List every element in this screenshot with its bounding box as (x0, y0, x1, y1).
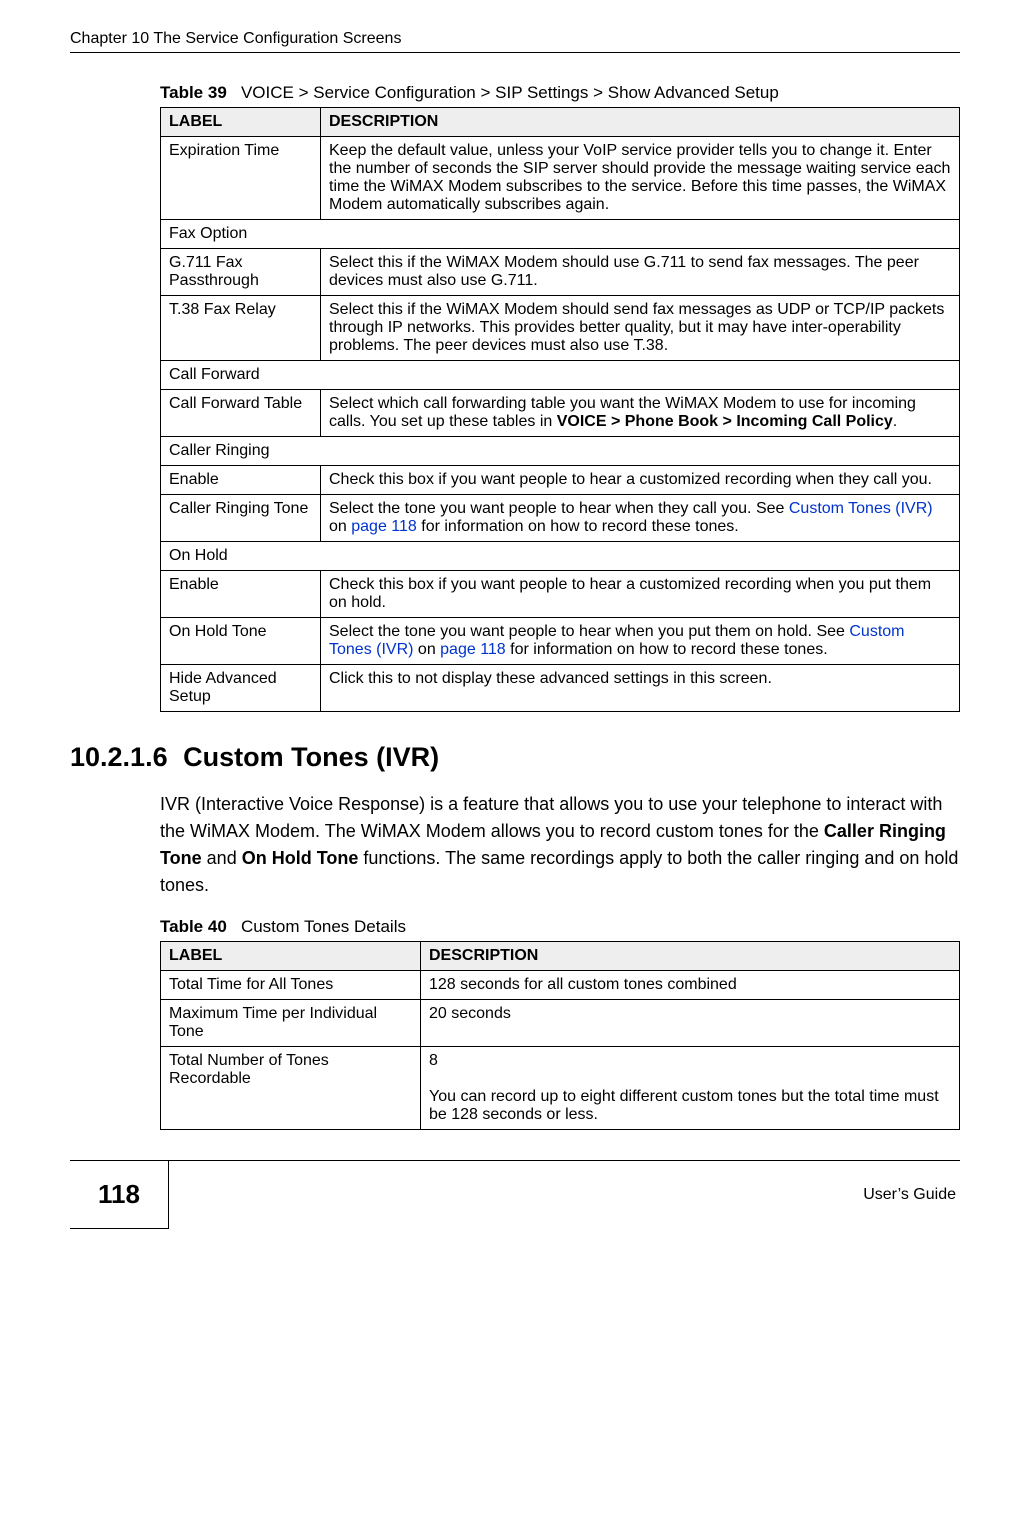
link-page[interactable]: page 118 (440, 641, 506, 658)
link-page[interactable]: page 118 (351, 518, 417, 535)
desc-first: 8 (429, 1052, 438, 1069)
table39-caption: Table 39 VOICE > Service Configuration >… (160, 83, 960, 103)
cell-section: Fax Option (161, 220, 960, 249)
cell-desc: Check this box if you want people to hea… (321, 466, 960, 495)
table-row: Fax Option (161, 220, 960, 249)
table-row: Hide Advanced Setup Click this to not di… (161, 665, 960, 712)
cell-section: On Hold (161, 542, 960, 571)
cell-desc: Select this if the WiMAX Modem should us… (321, 249, 960, 296)
desc-post: for information on how to record these t… (417, 518, 739, 535)
table-row: Total Number of Tones Recordable 8 You c… (161, 1047, 960, 1130)
desc-mid: on (329, 518, 351, 535)
footer-guide: User’s Guide (863, 1186, 960, 1204)
desc-pre: Select the tone you want people to hear … (329, 500, 789, 517)
cell-label: Call Forward Table (161, 390, 321, 437)
th-description: DESCRIPTION (321, 108, 960, 137)
table-row: G.711 Fax Passthrough Select this if the… (161, 249, 960, 296)
table-row: Caller Ringing (161, 437, 960, 466)
cell-label: Total Time for All Tones (161, 971, 421, 1000)
link-custom-tones[interactable]: Custom Tones (IVR) (789, 500, 933, 517)
table-row: Caller Ringing Tone Select the tone you … (161, 495, 960, 542)
th-description: DESCRIPTION (421, 942, 960, 971)
desc-pre: Select the tone you want people to hear … (329, 623, 849, 640)
table-header-row: LABEL DESCRIPTION (161, 108, 960, 137)
th-label: LABEL (161, 108, 321, 137)
section-title: Custom Tones (IVR) (183, 742, 439, 772)
table-row: Maximum Time per Individual Tone 20 seco… (161, 1000, 960, 1047)
cell-desc: Select which call forwarding table you w… (321, 390, 960, 437)
th-label: LABEL (161, 942, 421, 971)
cell-desc: 20 seconds (421, 1000, 960, 1047)
table39: LABEL DESCRIPTION Expiration Time Keep t… (160, 107, 960, 712)
section-paragraph: IVR (Interactive Voice Response) is a fe… (160, 791, 960, 899)
table-row: T.38 Fax Relay Select this if the WiMAX … (161, 296, 960, 361)
para-mid: and (202, 848, 242, 868)
page-number: 118 (70, 1161, 169, 1229)
table39-caption-label: Table 39 (160, 83, 227, 102)
table-header-row: LABEL DESCRIPTION (161, 942, 960, 971)
cell-label: Total Number of Tones Recordable (161, 1047, 421, 1130)
table-row: On Hold (161, 542, 960, 571)
section-number: 10.2.1.6 (70, 742, 168, 772)
table40-caption: Table 40 Custom Tones Details (160, 917, 960, 937)
table-row: Enable Check this box if you want people… (161, 466, 960, 495)
cell-desc: Select this if the WiMAX Modem should se… (321, 296, 960, 361)
desc-post: for information on how to record these t… (506, 641, 828, 658)
table-row: Call Forward (161, 361, 960, 390)
cell-section: Caller Ringing (161, 437, 960, 466)
cell-desc: Keep the default value, unless your VoIP… (321, 137, 960, 220)
cell-label: Enable (161, 571, 321, 618)
cell-desc: Select the tone you want people to hear … (321, 495, 960, 542)
table39-caption-text: VOICE > Service Configuration > SIP Sett… (241, 83, 779, 102)
table40-caption-text: Custom Tones Details (241, 917, 406, 936)
cell-desc: Select the tone you want people to hear … (321, 618, 960, 665)
cell-section: Call Forward (161, 361, 960, 390)
table-row: Enable Check this box if you want people… (161, 571, 960, 618)
cell-label: Expiration Time (161, 137, 321, 220)
cell-label: Hide Advanced Setup (161, 665, 321, 712)
desc-mid: on (413, 641, 440, 658)
running-header: Chapter 10 The Service Configuration Scr… (70, 30, 960, 48)
cell-desc: Check this box if you want people to hea… (321, 571, 960, 618)
section-heading: 10.2.1.6 Custom Tones (IVR) (70, 742, 960, 773)
table-row: Expiration Time Keep the default value, … (161, 137, 960, 220)
cell-label: G.711 Fax Passthrough (161, 249, 321, 296)
cell-desc: 128 seconds for all custom tones combine… (421, 971, 960, 1000)
table40-caption-label: Table 40 (160, 917, 227, 936)
cell-desc: 8 You can record up to eight different c… (421, 1047, 960, 1130)
para-bold2: On Hold Tone (242, 848, 359, 868)
cell-label: Maximum Time per Individual Tone (161, 1000, 421, 1047)
top-rule (70, 52, 960, 53)
table-row: Total Time for All Tones 128 seconds for… (161, 971, 960, 1000)
table-row: Call Forward Table Select which call for… (161, 390, 960, 437)
desc-bold: VOICE > Phone Book > Incoming Call Polic… (557, 413, 893, 430)
desc-second: You can record up to eight different cus… (429, 1088, 939, 1123)
cell-label: Enable (161, 466, 321, 495)
cell-label: On Hold Tone (161, 618, 321, 665)
cell-label: T.38 Fax Relay (161, 296, 321, 361)
desc-post: . (893, 413, 897, 430)
table-row: On Hold Tone Select the tone you want pe… (161, 618, 960, 665)
table40: LABEL DESCRIPTION Total Time for All Ton… (160, 941, 960, 1130)
cell-desc: Click this to not display these advanced… (321, 665, 960, 712)
cell-label: Caller Ringing Tone (161, 495, 321, 542)
